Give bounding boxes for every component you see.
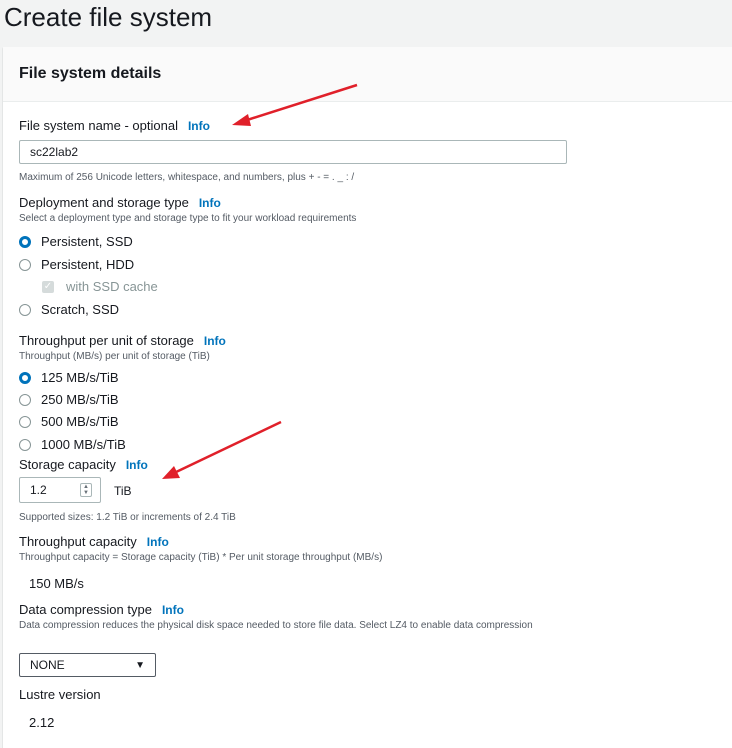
radio-selected-icon[interactable]: [19, 235, 31, 248]
throughput-per-unit-info-link[interactable]: Info: [204, 334, 226, 348]
deployment-type-description: Select a deployment type and storage typ…: [19, 213, 357, 224]
throughput-capacity-label-row: Throughput capacity Info: [19, 534, 169, 549]
ssd-cache-label: with SSD cache: [66, 279, 158, 294]
storage-capacity-label: Storage capacity: [19, 457, 116, 472]
throughput-capacity-value: 150 MB/s: [29, 576, 84, 591]
compression-type-label: Data compression type: [19, 602, 152, 617]
throughput-option-500[interactable]: 500 MB/s/TiB: [19, 414, 119, 429]
deployment-type-label: Deployment and storage type: [19, 195, 189, 210]
storage-capacity-label-row: Storage capacity Info: [19, 457, 148, 472]
lustre-version-value: 2.12: [29, 715, 55, 730]
radio-icon[interactable]: [19, 393, 31, 406]
deployment-option-scratch-ssd[interactable]: Scratch, SSD: [19, 302, 119, 317]
radio-selected-icon[interactable]: [19, 371, 31, 384]
file-system-name-label-row: File system name - optional Info: [19, 118, 210, 133]
stepper-arrows-icon[interactable]: ▲ ▼: [80, 483, 92, 497]
storage-capacity-info-link[interactable]: Info: [126, 458, 148, 472]
radio-icon[interactable]: [19, 258, 31, 271]
throughput-option-label: 125 MB/s/TiB: [41, 370, 119, 385]
deployment-type-label-row: Deployment and storage type Info: [19, 195, 221, 210]
storage-capacity-hint: Supported sizes: 1.2 TiB or increments o…: [19, 512, 236, 523]
throughput-option-125[interactable]: 125 MB/s/TiB: [19, 370, 119, 385]
panel-header: File system details: [3, 47, 732, 102]
panel-title: File system details: [19, 65, 162, 82]
deployment-option-label: Persistent, HDD: [41, 257, 135, 272]
compression-type-info-link[interactable]: Info: [162, 603, 184, 617]
throughput-option-label: 1000 MB/s/TiB: [41, 437, 126, 452]
deployment-option-label: Scratch, SSD: [41, 302, 120, 317]
deployment-option-label: Persistent, SSD: [41, 234, 133, 249]
storage-capacity-input[interactable]: 1.2 ▲ ▼: [19, 477, 101, 503]
compression-type-description: Data compression reduces the physical di…: [19, 620, 533, 631]
throughput-per-unit-description: Throughput (MB/s) per unit of storage (T…: [19, 351, 210, 362]
throughput-capacity-label: Throughput capacity: [19, 534, 137, 549]
compression-type-selected-value: NONE: [30, 658, 65, 672]
throughput-per-unit-label: Throughput per unit of storage: [19, 333, 194, 348]
storage-capacity-unit: TiB: [114, 484, 132, 498]
radio-icon[interactable]: [19, 438, 31, 451]
file-system-name-input[interactable]: [19, 140, 567, 164]
file-system-name-label: File system name - optional: [19, 118, 178, 133]
deployment-option-persistent-hdd[interactable]: Persistent, HDD: [19, 257, 134, 272]
deployment-option-persistent-ssd[interactable]: Persistent, SSD: [19, 234, 133, 249]
file-system-name-info-link[interactable]: Info: [188, 119, 210, 133]
page-title: Create file system: [4, 2, 213, 32]
file-system-name-hint: Maximum of 256 Unicode letters, whitespa…: [19, 172, 355, 183]
radio-icon[interactable]: [19, 415, 31, 428]
throughput-capacity-info-link[interactable]: Info: [147, 535, 169, 549]
lustre-version-label: Lustre version: [19, 687, 101, 702]
compression-type-select[interactable]: NONE ▼: [19, 653, 156, 677]
caret-down-icon: ▼: [135, 659, 145, 671]
checkbox-checked-icon: ✓: [42, 280, 54, 293]
throughput-per-unit-label-row: Throughput per unit of storage Info: [19, 333, 226, 348]
throughput-option-1000[interactable]: 1000 MB/s/TiB: [19, 437, 126, 452]
file-system-details-panel: File system details File system name - o…: [3, 47, 732, 748]
throughput-option-label: 500 MB/s/TiB: [41, 414, 119, 429]
radio-icon[interactable]: [19, 303, 31, 316]
ssd-cache-checkbox-row: ✓ with SSD cache: [42, 279, 158, 294]
deployment-type-info-link[interactable]: Info: [199, 196, 221, 210]
throughput-option-label: 250 MB/s/TiB: [41, 392, 119, 407]
compression-type-label-row: Data compression type Info: [19, 602, 184, 617]
throughput-capacity-description: Throughput capacity = Storage capacity (…: [19, 552, 383, 563]
throughput-option-250[interactable]: 250 MB/s/TiB: [19, 392, 119, 407]
storage-capacity-value[interactable]: 1.2: [30, 483, 47, 497]
